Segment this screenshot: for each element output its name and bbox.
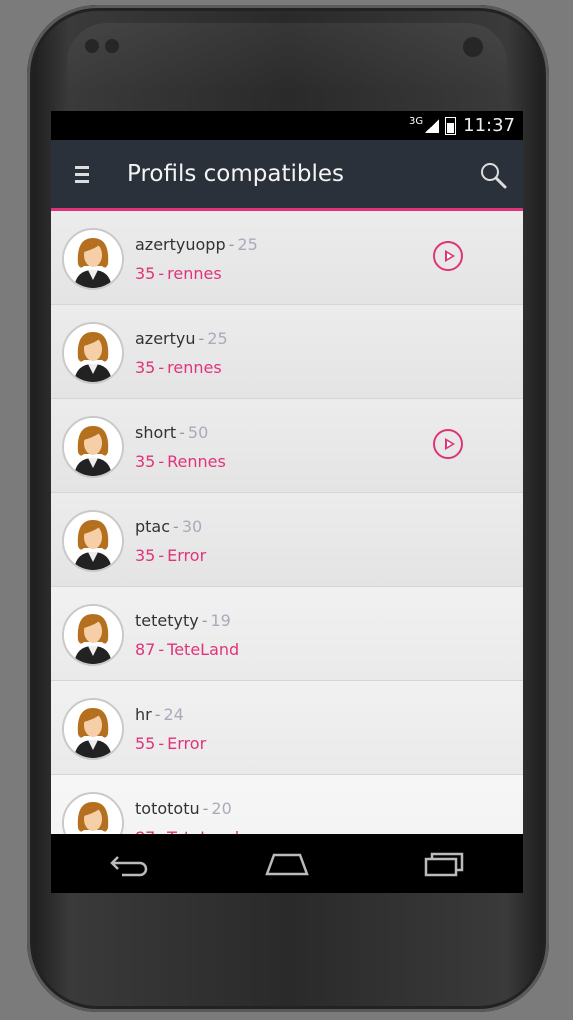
avatar xyxy=(62,698,124,760)
profile-age: 19 xyxy=(210,611,231,630)
profile-age: 30 xyxy=(181,517,203,536)
profile-city: Rennes xyxy=(167,452,226,471)
menu-icon[interactable] xyxy=(75,165,89,183)
profile-age: 25 xyxy=(237,235,258,254)
avatar xyxy=(62,510,124,572)
profile-row[interactable]: hr -24 55- Error xyxy=(51,681,523,775)
home-icon[interactable] xyxy=(257,844,317,884)
separator: - xyxy=(198,329,205,348)
profile-age: 24 xyxy=(163,705,184,724)
avatar xyxy=(62,322,124,384)
separator: - xyxy=(202,799,209,818)
profile-name: azertyuopp xyxy=(135,235,226,254)
phone-sheen xyxy=(67,23,507,93)
profile-location-line: 87-TeteLand xyxy=(135,640,239,659)
profile-city: Error xyxy=(167,546,207,565)
separator: - xyxy=(201,611,208,630)
profile-dept: 35 xyxy=(135,358,156,377)
separator: - xyxy=(173,517,179,536)
avatar xyxy=(62,416,124,478)
profile-location-line: 35- Rennes xyxy=(135,452,226,471)
profile-age: 20 xyxy=(211,799,232,818)
front-sensor xyxy=(105,39,119,53)
separator: - xyxy=(158,358,165,377)
profile-city: Error xyxy=(167,734,207,753)
profile-dept: 55 xyxy=(135,734,156,753)
profile-row[interactable]: short -50 35- Rennes xyxy=(51,399,523,493)
status-bar: 3G 11:37 xyxy=(51,111,523,140)
profile-dept: 35 xyxy=(135,452,156,471)
app-toolbar: Profils compatibles xyxy=(51,140,523,211)
play-audio-icon[interactable] xyxy=(433,241,463,271)
profile-location-line: 55- Error xyxy=(135,734,206,753)
profile-name-line: azertyuopp -25 xyxy=(135,235,258,254)
profile-location-line: 35- Error xyxy=(135,546,206,565)
separator: - xyxy=(158,640,165,659)
separator: - xyxy=(158,546,165,565)
profile-name-line: hr -24 xyxy=(135,705,184,724)
profile-location-line: 35- rennes xyxy=(135,358,222,377)
profile-name: hr xyxy=(135,705,152,724)
system-nav-bar xyxy=(51,834,523,893)
profile-age: 50 xyxy=(187,423,209,442)
status-time: 11:37 xyxy=(463,115,515,136)
profile-row[interactable]: tetetyty -19 87- TeteLand xyxy=(51,587,523,681)
separator: - xyxy=(158,452,165,471)
search-icon[interactable] xyxy=(479,161,507,189)
avatar xyxy=(62,604,124,666)
front-sensor xyxy=(85,39,99,53)
profile-name-line: azertyu -25 xyxy=(135,329,228,348)
signal-icon xyxy=(425,118,440,133)
battery-icon xyxy=(445,116,457,135)
profile-city: rennes xyxy=(167,264,222,283)
profile-name: tetetyty xyxy=(135,611,199,630)
profile-name: azertyu xyxy=(135,329,196,348)
profile-name: totototu xyxy=(135,799,200,818)
profile-name-line: short -50 xyxy=(135,423,208,442)
profile-dept: 87 xyxy=(135,640,156,659)
profile-row[interactable]: azertyu -25 35- rennes xyxy=(51,305,523,399)
page-title: Profils compatibles xyxy=(127,161,345,187)
network-type: 3G xyxy=(409,116,424,127)
profile-row[interactable]: ptac -30 35- Error xyxy=(51,493,523,587)
separator: - xyxy=(154,705,161,724)
separator: - xyxy=(228,235,235,254)
separator: - xyxy=(158,734,165,753)
recents-icon[interactable] xyxy=(414,844,474,884)
profile-city: rennes xyxy=(167,358,222,377)
play-audio-icon[interactable] xyxy=(433,429,463,459)
front-camera xyxy=(463,37,483,57)
separator: - xyxy=(179,423,185,442)
profile-dept: 35 xyxy=(135,546,156,565)
back-icon[interactable] xyxy=(100,844,160,884)
profile-name: ptac xyxy=(135,517,171,536)
profile-dept: 35 xyxy=(135,264,156,283)
separator: - xyxy=(158,264,165,283)
profile-row[interactable]: azertyuopp -25 35- rennes xyxy=(51,211,523,305)
profile-name: short xyxy=(135,423,177,442)
profile-name-line: tetetyty -19 xyxy=(135,611,231,630)
profile-name-line: totototu -20 xyxy=(135,799,232,818)
profile-name-line: ptac -30 xyxy=(135,517,202,536)
profile-list[interactable]: azertyuopp -25 35- rennes azertyu -25 35- re… xyxy=(51,211,523,869)
profile-age: 25 xyxy=(207,329,228,348)
app-screen: 3G 11:37 Profils compatibles azertyuopp -… xyxy=(51,111,523,893)
avatar xyxy=(62,228,124,290)
profile-location-line: 35- rennes xyxy=(135,264,222,283)
profile-city: TeteLand xyxy=(167,640,240,659)
